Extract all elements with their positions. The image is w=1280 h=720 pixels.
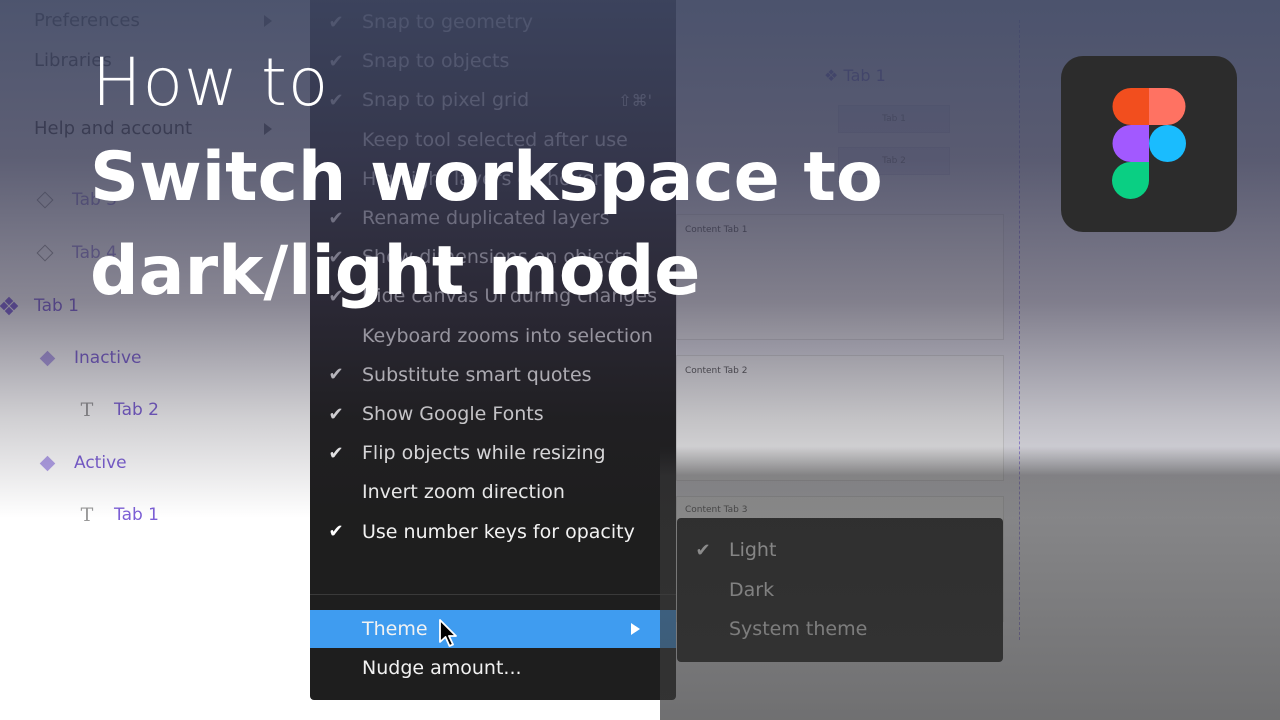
component-icon <box>0 296 19 316</box>
theme-option-label: System theme <box>729 618 868 640</box>
component-icon: ❖ <box>824 66 839 85</box>
layer-row-tab-1-component[interactable]: Tab 1 <box>0 296 79 316</box>
content-tab-1-frame[interactable]: Content Tab 1 <box>676 214 1004 340</box>
menu-item-label: Theme <box>362 618 428 640</box>
component-frame-name: Tab 1 <box>843 66 886 85</box>
menu-item-use-number-keys-for-opacity[interactable]: ✔ Use number keys for opacity <box>310 513 676 551</box>
diamond-outline-icon <box>36 191 54 209</box>
menu-item-label: Use number keys for opacity <box>362 520 635 543</box>
layer-row-active[interactable]: Active <box>38 453 127 473</box>
menu-item-label: Keyboard zooms into selection <box>362 324 653 347</box>
menu-item-substitute-smart-quotes[interactable]: ✔ Substitute smart quotes <box>310 356 676 394</box>
content-tab-3-label: Content Tab 3 <box>685 505 748 515</box>
check-icon: ✔ <box>328 442 344 464</box>
check-icon: ✔ <box>695 539 711 561</box>
title-line-how-to: How to <box>92 44 330 121</box>
keyboard-shortcut: ⇧⌘' <box>618 90 652 110</box>
figma-logo-icon <box>1112 88 1186 199</box>
chevron-right-icon <box>631 623 640 635</box>
menu-item-theme[interactable]: Theme <box>310 610 676 648</box>
menu-item-preferences[interactable]: Preferences <box>34 10 140 31</box>
menu-item-label: Snap to geometry <box>362 11 534 33</box>
menu-item-label: Snap to pixel grid <box>362 89 530 112</box>
title-line-2: dark/light mode <box>90 232 701 311</box>
check-icon: ✔ <box>328 364 344 386</box>
menu-item-snap-to-pixel-grid[interactable]: ✔ Snap to pixel grid ⇧⌘' <box>310 81 676 119</box>
menu-item-label: Nudge amount... <box>362 657 522 679</box>
diamond-outline-icon <box>36 244 54 262</box>
menu-item-snap-to-objects[interactable]: ✔ Snap to objects <box>310 42 676 80</box>
diamond-icon <box>38 349 56 367</box>
layer-row-tab-2-text[interactable]: T Tab 2 <box>78 399 159 421</box>
layer-row-inactive[interactable]: Inactive <box>38 348 141 368</box>
check-icon: ✔ <box>328 521 344 543</box>
menu-divider <box>310 594 676 595</box>
theme-option-label: Light <box>729 539 777 561</box>
preferences-menu: ✔ Snap to geometry ✔ Snap to objects ✔ Snap t… <box>310 0 676 700</box>
menu-item-show-google-fonts[interactable]: ✔ Show Google Fonts <box>310 395 676 433</box>
layer-name: Inactive <box>74 348 142 368</box>
menu-item-help-and-account[interactable]: Help and account <box>34 118 192 139</box>
mouse-pointer-icon <box>439 619 457 647</box>
text-icon: T <box>80 399 94 421</box>
layer-name: Tab 2 <box>114 400 159 420</box>
check-icon: ✔ <box>328 11 344 33</box>
layer-name: Tab 1 <box>34 296 79 316</box>
menu-item-label: Snap to objects <box>362 50 510 73</box>
text-icon: T <box>80 504 94 526</box>
theme-option-light[interactable]: ✔ Light <box>677 530 1003 570</box>
menu-item-invert-zoom-direction[interactable]: Invert zoom direction <box>310 473 676 511</box>
diamond-icon <box>38 454 56 472</box>
title-line-1: Switch workspace to <box>90 138 883 217</box>
menu-item-label: Invert zoom direction <box>362 481 565 504</box>
theme-option-dark[interactable]: Dark <box>677 570 1003 610</box>
menu-item-keyboard-zooms-into-selection[interactable]: Keyboard zooms into selection <box>310 317 676 355</box>
figma-logo-tile <box>1061 56 1237 232</box>
menu-item-flip-objects-while-resizing[interactable]: ✔ Flip objects while resizing <box>310 434 676 472</box>
check-icon: ✔ <box>328 403 344 425</box>
chevron-right-icon <box>264 123 272 135</box>
content-tab-2-label: Content Tab 2 <box>685 366 748 376</box>
theme-submenu: ✔ Light Dark System theme <box>677 518 1003 662</box>
menu-item-nudge-amount[interactable]: Nudge amount... <box>310 649 676 687</box>
chevron-right-icon <box>264 15 272 27</box>
component-frame-label[interactable]: ❖ Tab 1 <box>824 66 886 85</box>
menu-item-snap-to-geometry[interactable]: ✔ Snap to geometry <box>310 3 676 41</box>
layer-row-tab-1-text[interactable]: T Tab 1 <box>78 504 159 526</box>
layer-name: Active <box>74 453 127 473</box>
theme-option-system[interactable]: System theme <box>677 609 1003 649</box>
layer-name: Tab 1 <box>114 505 159 525</box>
menu-item-label: Flip objects while resizing <box>362 442 606 465</box>
theme-option-label: Dark <box>729 579 775 601</box>
frame-boundary-guide <box>1019 20 1020 640</box>
menu-item-label: Show Google Fonts <box>362 403 544 425</box>
tab-button-1[interactable]: Tab 1 <box>838 105 950 133</box>
menu-item-label: Substitute smart quotes <box>362 363 592 386</box>
content-tab-2-frame[interactable]: Content Tab 2 <box>676 355 1004 481</box>
